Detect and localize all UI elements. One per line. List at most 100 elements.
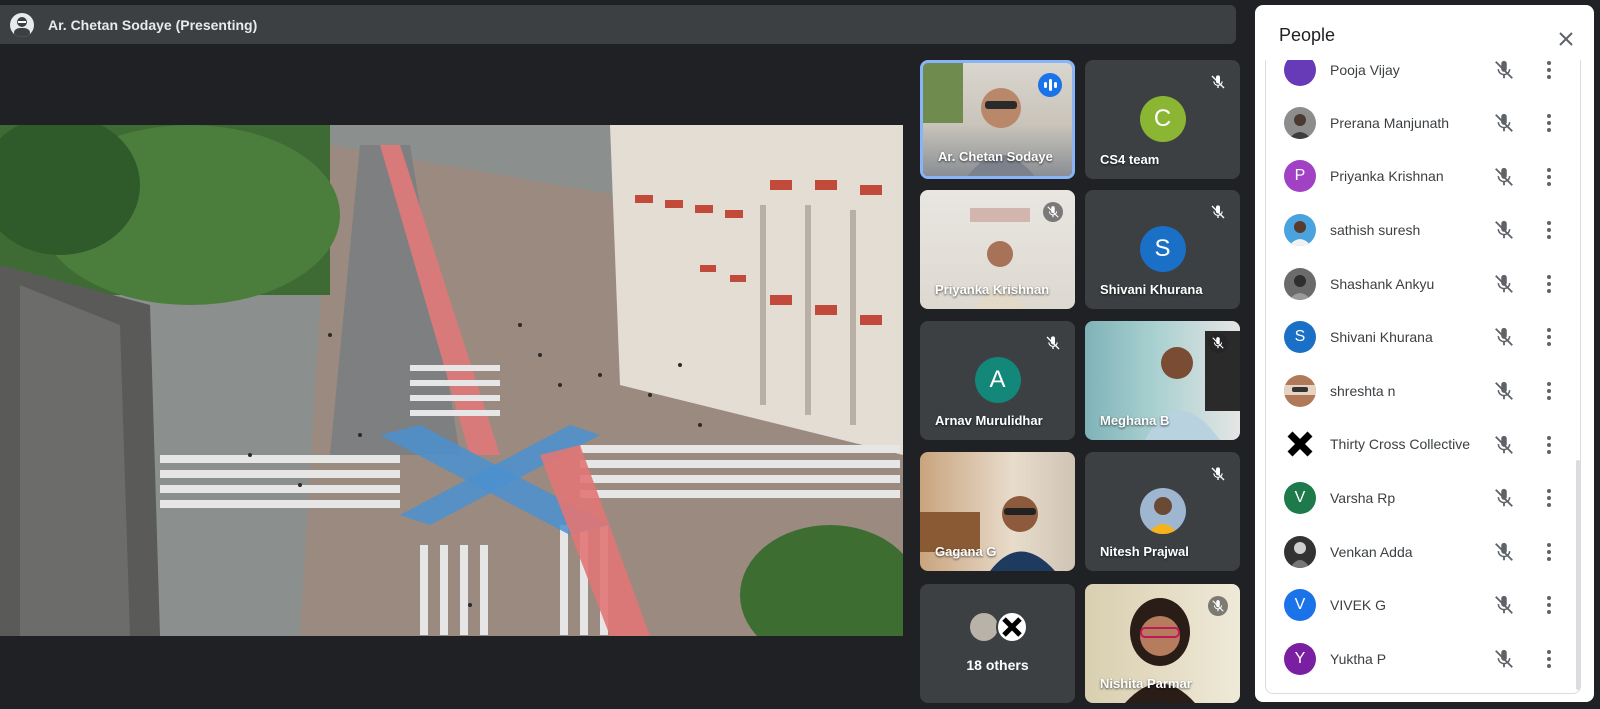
mic-off-icon[interactable] [1493, 219, 1515, 241]
avatar [1284, 374, 1316, 407]
participant-name: Thirty Cross Collective [1330, 436, 1471, 453]
avatar: V [1284, 481, 1316, 514]
mic-off-icon[interactable] [1493, 273, 1515, 295]
presentation-screen [0, 125, 903, 636]
participant-name: Priyanka Krishnan [1330, 168, 1444, 185]
more-options-icon[interactable] [1538, 434, 1560, 456]
mic-off-icon[interactable] [1493, 648, 1515, 670]
more-options-icon[interactable] [1538, 112, 1560, 134]
list-item[interactable]: Venkan Adda [1266, 525, 1578, 579]
others-avatars [967, 611, 1028, 643]
scrollbar[interactable] [1576, 460, 1580, 690]
list-item[interactable]: Thirty Cross Collective [1266, 418, 1578, 472]
participant-avatar [1139, 488, 1186, 534]
participant-avatar: A [974, 357, 1021, 403]
participant-name: Nitesh Prajwal [1100, 544, 1189, 559]
participant-tile[interactable]: Nitesh Prajwal [1085, 452, 1240, 571]
participant-name: Pooja Vijay [1330, 61, 1400, 78]
mic-off-icon[interactable] [1493, 541, 1515, 563]
participant-name: CS4 team [1100, 152, 1160, 167]
mic-off-icon[interactable] [1493, 112, 1515, 134]
more-options-icon[interactable] [1538, 487, 1560, 509]
others-count: 18 others [966, 657, 1029, 673]
mic-off-icon [1043, 333, 1063, 353]
mic-off-icon[interactable] [1493, 60, 1515, 81]
participant-name: Shivani Khurana [1100, 282, 1203, 297]
avatar [1284, 267, 1316, 300]
mic-off-icon [1208, 596, 1228, 616]
participant-name: sathish suresh [1330, 221, 1421, 238]
mic-off-icon[interactable] [1493, 487, 1515, 509]
participant-tile[interactable]: Priyanka Krishnan [920, 190, 1075, 309]
avatar: Y [1284, 642, 1316, 675]
participant-name: Priyanka Krishnan [935, 282, 1050, 297]
more-options-icon[interactable] [1538, 648, 1560, 670]
participant-name: Yuktha P [1330, 650, 1387, 667]
participant-name: Shashank Ankyu [1330, 275, 1435, 292]
avatar [1284, 60, 1316, 86]
mic-off-icon[interactable] [1493, 594, 1515, 616]
more-options-icon[interactable] [1538, 219, 1560, 241]
participant-name: Gagana G [935, 544, 997, 559]
avatar [1284, 213, 1316, 246]
others-tile[interactable]: 18 others [920, 584, 1075, 703]
people-panel-title: People [1279, 24, 1336, 45]
presenter-bar: Ar. Chetan Sodaye (Presenting) [0, 5, 1236, 44]
list-item[interactable]: Pooja Vijay [1266, 60, 1578, 97]
mic-off-icon[interactable] [1493, 326, 1515, 348]
more-options-icon[interactable] [1538, 166, 1560, 188]
people-panel-header: People [1255, 5, 1594, 65]
mic-off-icon [1208, 72, 1228, 92]
more-options-icon[interactable] [1538, 541, 1560, 563]
list-item[interactable]: P Priyanka Krishnan [1266, 150, 1578, 204]
participant-name: Nishita Parmar [1100, 676, 1192, 691]
list-item[interactable]: Y Yuktha P [1266, 632, 1578, 686]
participant-name: Varsha Rp [1330, 489, 1396, 506]
presentation-image [0, 125, 903, 636]
participant-tile[interactable]: S Shivani Khurana [1085, 190, 1240, 309]
list-item[interactable]: Prerana Manjunath [1266, 96, 1578, 150]
participant-name: Arnav Murulidhar [935, 413, 1043, 428]
avatar [1284, 535, 1316, 568]
more-options-icon[interactable] [1538, 60, 1560, 81]
list-item[interactable]: sathish suresh [1266, 203, 1578, 257]
participant-tile[interactable]: Ar. Chetan Sodaye [920, 60, 1075, 179]
presenter-title: Ar. Chetan Sodaye (Presenting) [48, 16, 258, 33]
avatar: S [1284, 321, 1316, 354]
more-options-icon[interactable] [1538, 594, 1560, 616]
mic-off-icon[interactable] [1493, 434, 1515, 456]
avatar: V [1284, 589, 1316, 622]
list-item[interactable]: S Shivani Khurana [1266, 310, 1578, 364]
participant-tile[interactable]: A Arnav Murulidhar [920, 321, 1075, 440]
participant-tile[interactable]: C CS4 team [1085, 60, 1240, 179]
presenter-avatar [10, 12, 34, 37]
mic-off-icon [1043, 202, 1063, 222]
participant-name: Meghana B [1100, 413, 1170, 428]
participant-name: shreshta n [1330, 382, 1396, 399]
participant-avatar: C [1139, 96, 1186, 142]
participant-name: VIVEK G [1330, 597, 1387, 614]
participant-name: Ar. Chetan Sodaye [938, 149, 1053, 164]
more-options-icon[interactable] [1538, 273, 1560, 295]
participant-tile[interactable]: Nishita Parmar [1085, 584, 1240, 703]
avatar [1284, 106, 1316, 139]
more-options-icon[interactable] [1538, 380, 1560, 402]
speaking-indicator-icon [1038, 73, 1062, 97]
close-icon[interactable] [1556, 29, 1576, 49]
mic-off-icon[interactable] [1493, 380, 1515, 402]
participants-list[interactable]: Pooja Vijay Prerana Manjunath P Priyanka… [1265, 60, 1581, 694]
participant-tile[interactable]: Gagana G [920, 452, 1075, 571]
participant-avatar: S [1139, 226, 1186, 272]
list-item[interactable]: shreshta n [1266, 364, 1578, 418]
mic-off-icon [1208, 333, 1228, 353]
mic-off-icon[interactable] [1493, 166, 1515, 188]
mic-off-icon [1208, 464, 1228, 484]
list-item[interactable]: Shashank Ankyu [1266, 257, 1578, 311]
list-item[interactable]: V VIVEK G [1266, 578, 1578, 632]
avatar [1284, 428, 1316, 461]
more-options-icon[interactable] [1538, 326, 1560, 348]
list-item[interactable]: V Varsha Rp [1266, 471, 1578, 525]
mic-off-icon [1208, 202, 1228, 222]
participant-tile[interactable]: Meghana B [1085, 321, 1240, 440]
avatar [995, 611, 1028, 643]
